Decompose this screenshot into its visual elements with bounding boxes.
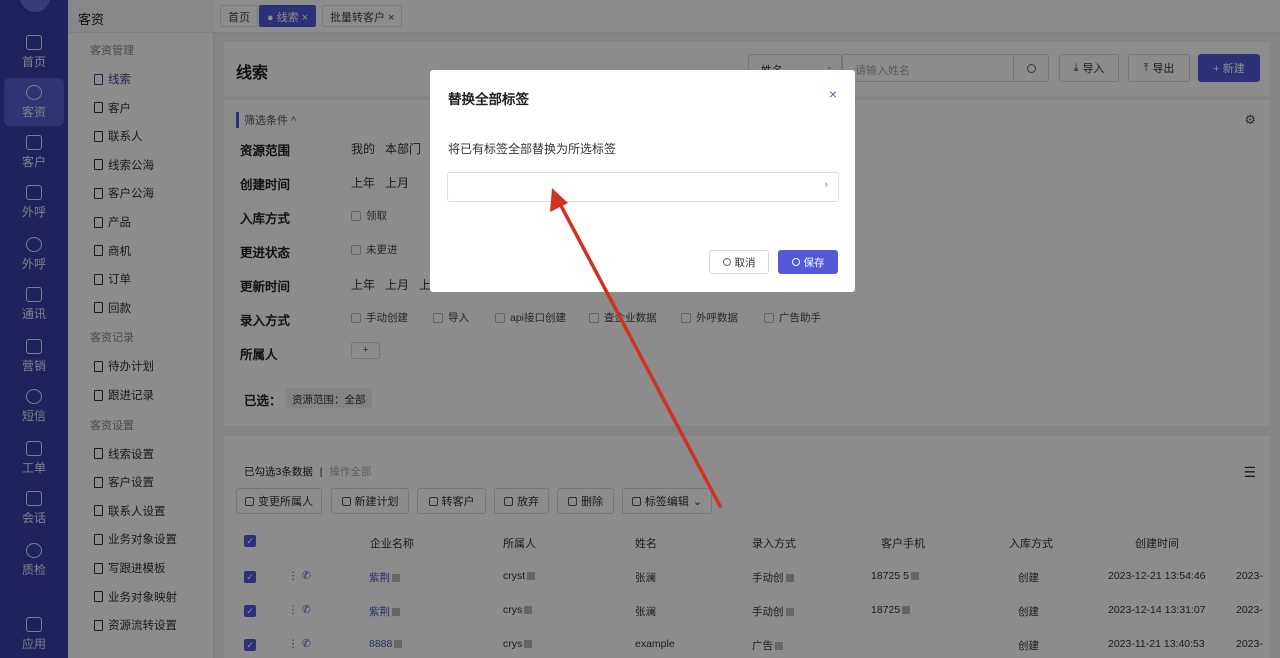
annotation-arrow [550,188,722,508]
